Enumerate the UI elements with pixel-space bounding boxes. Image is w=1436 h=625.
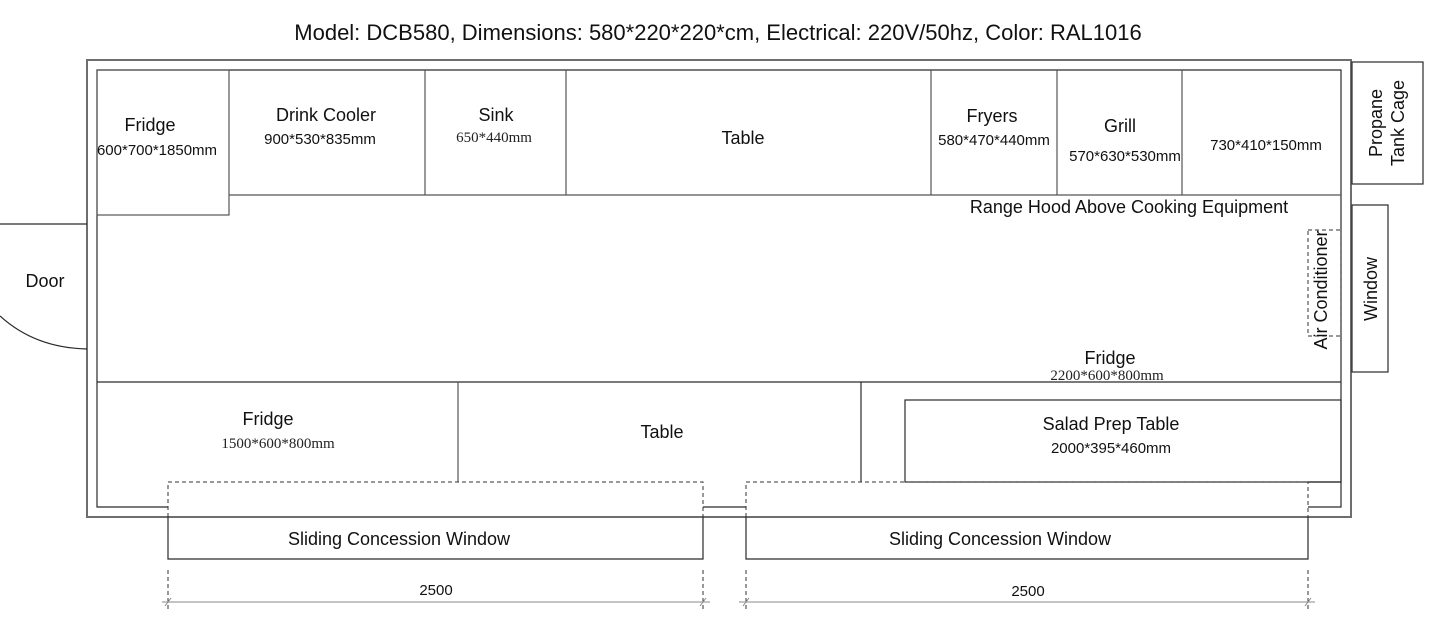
salad-prep-label: Salad Prep Table: [1043, 414, 1180, 434]
concession-window-left[interactable]: Sliding Concession Window: [167, 481, 704, 560]
concession-window-right-label: Sliding Concession Window: [889, 529, 1112, 549]
air-conditioner: Air Conditioner: [1307, 229, 1342, 350]
dimension-right-value: 2500: [1011, 583, 1044, 600]
floor-plan: Model: DCB580, Dimensions: 580*220*220*c…: [0, 20, 1424, 612]
dimension-left: 2500: [162, 570, 710, 612]
fridge-bottom-label: Fridge: [242, 409, 293, 429]
dimension-left-value: 2500: [419, 582, 452, 599]
drink-cooler-dims: 900*530*835mm: [264, 131, 376, 148]
fryers-label: Fryers: [967, 106, 1018, 126]
salad-prep-dims: 2000*395*460mm: [1051, 440, 1171, 457]
table-bottom-label: Table: [640, 422, 683, 442]
grill-dims: 570*630*530mm: [1069, 148, 1181, 165]
bottom-equipment-row: Fridge 1500*600*800mm Table Salad Prep T…: [97, 381, 1342, 483]
range-hood-note: Range Hood Above Cooking Equipment: [970, 197, 1288, 217]
griddle-dims: 730*410*150mm: [1210, 137, 1322, 154]
side-window[interactable]: Window: [1351, 204, 1389, 373]
propane-line1: Propane: [1366, 89, 1386, 157]
fridge-bottom-dims: 1500*600*800mm: [221, 436, 335, 452]
top-equipment-row: Fridge 600*700*1850mm Drink Cooler 900*5…: [96, 69, 1341, 216]
concession-window-right[interactable]: Sliding Concession Window: [745, 481, 1309, 560]
sink-label: Sink: [478, 105, 514, 125]
plan-title: Model: DCB580, Dimensions: 580*220*220*c…: [294, 20, 1141, 45]
door-label: Door: [25, 271, 64, 291]
propane-tank-cage: Propane Tank Cage: [1351, 61, 1424, 185]
side-window-label: Window: [1361, 256, 1381, 321]
drink-cooler-label: Drink Cooler: [276, 105, 376, 125]
sink-dims: 650*440mm: [456, 130, 532, 146]
middle-fridge-label: Fridge: [1084, 348, 1135, 368]
fridge-top-dims: 600*700*1850mm: [97, 142, 217, 159]
fryers-dims: 580*470*440mm: [938, 132, 1050, 149]
concession-window-left-label: Sliding Concession Window: [288, 529, 511, 549]
table-top-label: Table: [721, 128, 764, 148]
door[interactable]: Door: [0, 223, 88, 350]
propane-line2: Tank Cage: [1388, 80, 1408, 166]
air-conditioner-label: Air Conditioner: [1311, 230, 1331, 349]
dimension-right: 2500: [739, 570, 1315, 612]
grill-label: Grill: [1104, 116, 1136, 136]
fridge-top-label: Fridge: [124, 115, 175, 135]
